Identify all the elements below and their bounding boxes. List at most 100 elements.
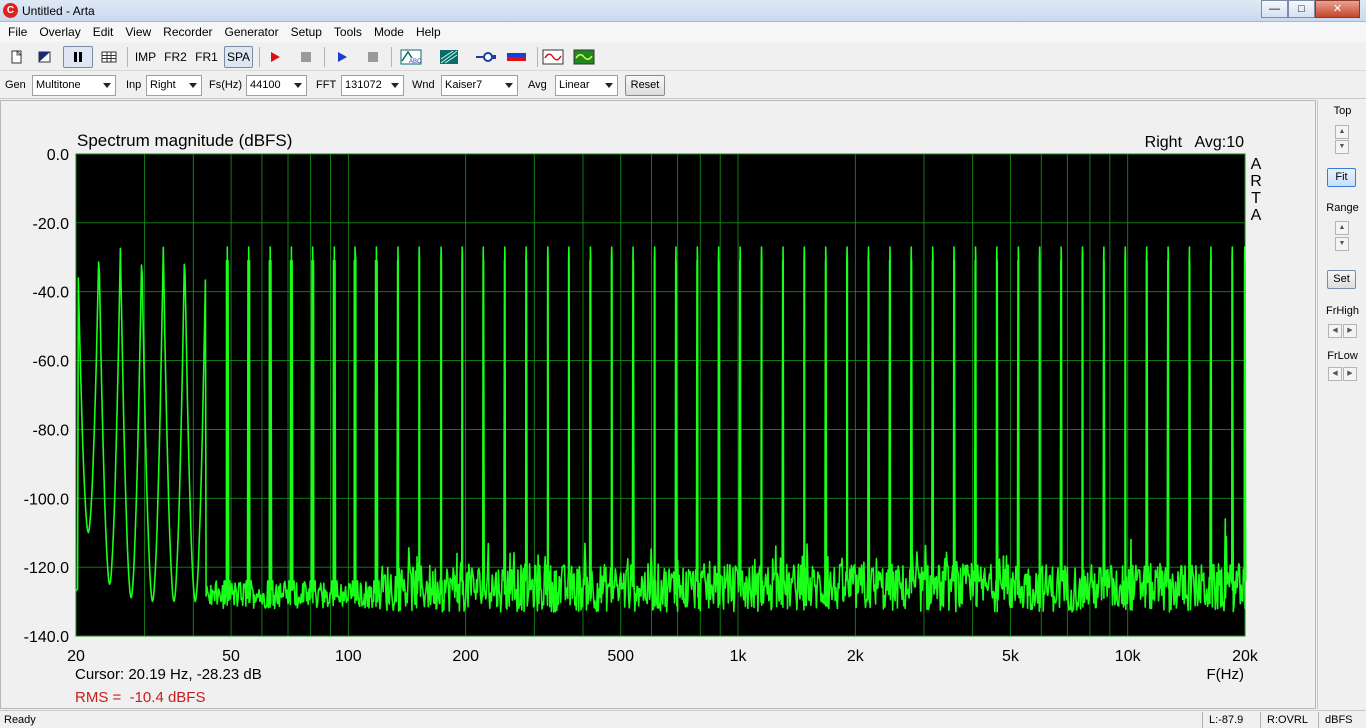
probe-icon[interactable] <box>474 46 498 68</box>
x-tick-label: 10k <box>1115 648 1142 665</box>
avg-select[interactable]: Linear <box>555 75 618 96</box>
toolbar-separator <box>324 47 325 67</box>
window-title: Untitled - Arta <box>22 4 95 18</box>
y-tick-label: -120.0 <box>24 560 69 577</box>
cursor-readout: Cursor: 20.19 Hz, -28.23 dB <box>75 666 262 683</box>
menu-overlay[interactable]: Overlay <box>33 25 86 39</box>
close-button[interactable]: ✕ <box>1315 0 1360 18</box>
top-label: Top <box>1333 105 1352 117</box>
y-tick-label: -100.0 <box>24 491 69 508</box>
chevron-down-icon <box>605 83 613 88</box>
signal-wave-icon[interactable] <box>541 46 565 68</box>
open-icon[interactable] <box>36 46 54 68</box>
y-axis-ticks: 0.0 -20.0 -40.0 -60.0 -80.0 -100.0 -120.0 -140.… <box>24 147 69 646</box>
inp-select[interactable]: Right <box>146 75 202 96</box>
maximize-button[interactable]: □ <box>1288 0 1315 18</box>
fft-select-value: 131072 <box>345 79 382 91</box>
abc-scope-icon[interactable]: ABC <box>398 46 424 68</box>
x-tick-label: 50 <box>222 648 240 665</box>
play-icon[interactable] <box>332 46 352 68</box>
top-up-button[interactable]: ▲ <box>1335 125 1349 139</box>
status-unit: dBFS <box>1325 714 1353 726</box>
menu-recorder[interactable]: Recorder <box>157 25 218 39</box>
gen-select-value: Multitone <box>36 79 81 91</box>
menu-mode[interactable]: Mode <box>368 25 410 39</box>
menu-tools[interactable]: Tools <box>328 25 368 39</box>
inp-select-value: Right <box>150 79 176 91</box>
range-down-button[interactable]: ▼ <box>1335 237 1349 251</box>
brand-letter: A <box>1251 156 1262 173</box>
toolbar-separator <box>259 47 260 67</box>
chart-title: Spectrum magnitude (dBFS) <box>77 131 292 150</box>
fit-button[interactable]: Fit <box>1327 168 1356 187</box>
gen-select[interactable]: Multitone <box>32 75 116 96</box>
chevron-down-icon <box>505 83 513 88</box>
menu-help[interactable]: Help <box>410 25 447 39</box>
pause-icon[interactable] <box>63 46 93 68</box>
x-tick-label: 1k <box>730 648 748 665</box>
new-file-icon[interactable] <box>8 46 26 68</box>
channel-avg-label: Right Avg:10 <box>1145 134 1244 151</box>
frhigh-left-button[interactable]: ◀ <box>1328 324 1342 338</box>
wnd-select[interactable]: Kaiser7 <box>441 75 518 96</box>
chevron-down-icon <box>391 83 399 88</box>
status-bar: Ready L:-87.9 R:OVRL dBFS <box>0 710 1366 728</box>
menu-file[interactable]: File <box>2 25 33 39</box>
menu-generator[interactable]: Generator <box>219 25 285 39</box>
chevron-down-icon <box>189 83 197 88</box>
set-button[interactable]: Set <box>1327 270 1356 289</box>
svg-text:ABC: ABC <box>409 59 422 65</box>
frlow-right-button[interactable]: ▶ <box>1343 367 1357 381</box>
frlow-left-button[interactable]: ◀ <box>1328 367 1342 381</box>
toolbar: IMP FR2 FR1 SPA ABC <box>0 42 1366 71</box>
spa-mode-button[interactable]: SPA <box>224 46 253 68</box>
plot-area: Spectrum magnitude (dBFS) Right Avg:10 0… <box>0 100 1316 709</box>
spectrogram-icon[interactable] <box>437 46 461 68</box>
title-bar: C Untitled - Arta — □ ✕ <box>0 0 1366 22</box>
fs-label: Fs(Hz) <box>209 79 242 91</box>
fft-select[interactable]: 131072 <box>341 75 404 96</box>
menu-view[interactable]: View <box>119 25 157 39</box>
window-controls: — □ ✕ <box>1261 0 1360 19</box>
x-tick-label: 5k <box>1002 648 1020 665</box>
y-tick-label: -20.0 <box>33 216 70 233</box>
range-up-button[interactable]: ▲ <box>1335 221 1349 235</box>
table-icon[interactable] <box>99 46 119 68</box>
spectrum-chart[interactable]: Spectrum magnitude (dBFS) Right Avg:10 0… <box>1 101 1315 708</box>
avg-select-value: Linear <box>559 79 590 91</box>
status-separator <box>1318 712 1319 728</box>
frhigh-label: FrHigh <box>1325 305 1359 317</box>
stop-play-icon[interactable] <box>363 46 383 68</box>
reset-button[interactable]: Reset <box>625 75 665 96</box>
frlow-label: FrLow <box>1327 350 1358 362</box>
menu-edit[interactable]: Edit <box>87 25 120 39</box>
gen-wave-icon[interactable] <box>572 46 596 68</box>
status-ready: Ready <box>4 714 36 726</box>
chevron-down-icon <box>103 83 111 88</box>
x-axis-label: F(Hz) <box>1207 666 1245 683</box>
control-bar: Gen Multitone Inp Right Fs(Hz) 44100 FFT… <box>0 72 1366 99</box>
fr2-mode-button[interactable]: FR2 <box>162 46 189 68</box>
record-icon[interactable] <box>265 46 285 68</box>
imp-mode-button[interactable]: IMP <box>133 46 158 68</box>
menu-setup[interactable]: Setup <box>285 25 328 39</box>
x-tick-label: 20 <box>67 648 85 665</box>
stop-icon[interactable] <box>296 46 316 68</box>
inp-label: Inp <box>126 79 142 91</box>
y-tick-label: -60.0 <box>33 354 70 371</box>
fs-select[interactable]: 44100 <box>246 75 307 96</box>
status-left-level: L:-87.9 <box>1209 714 1244 726</box>
rms-readout: RMS = -10.4 dBFS <box>75 689 205 706</box>
top-down-button[interactable]: ▼ <box>1335 140 1349 154</box>
y-tick-label: -40.0 <box>33 285 70 302</box>
battery-icon[interactable] <box>505 46 529 68</box>
brand-letter: A <box>1251 207 1262 224</box>
minimize-button[interactable]: — <box>1261 0 1288 18</box>
wnd-label: Wnd <box>412 79 435 91</box>
frhigh-right-button[interactable]: ▶ <box>1343 324 1357 338</box>
fr1-mode-button[interactable]: FR1 <box>193 46 220 68</box>
y-tick-label: 0.0 <box>47 147 69 164</box>
side-panel: Top ▲ ▼ Fit Range ▲ ▼ Set FrHigh ◀ ▶ FrL… <box>1317 100 1366 709</box>
x-tick-label: 200 <box>452 648 479 665</box>
gen-label: Gen <box>5 79 26 91</box>
